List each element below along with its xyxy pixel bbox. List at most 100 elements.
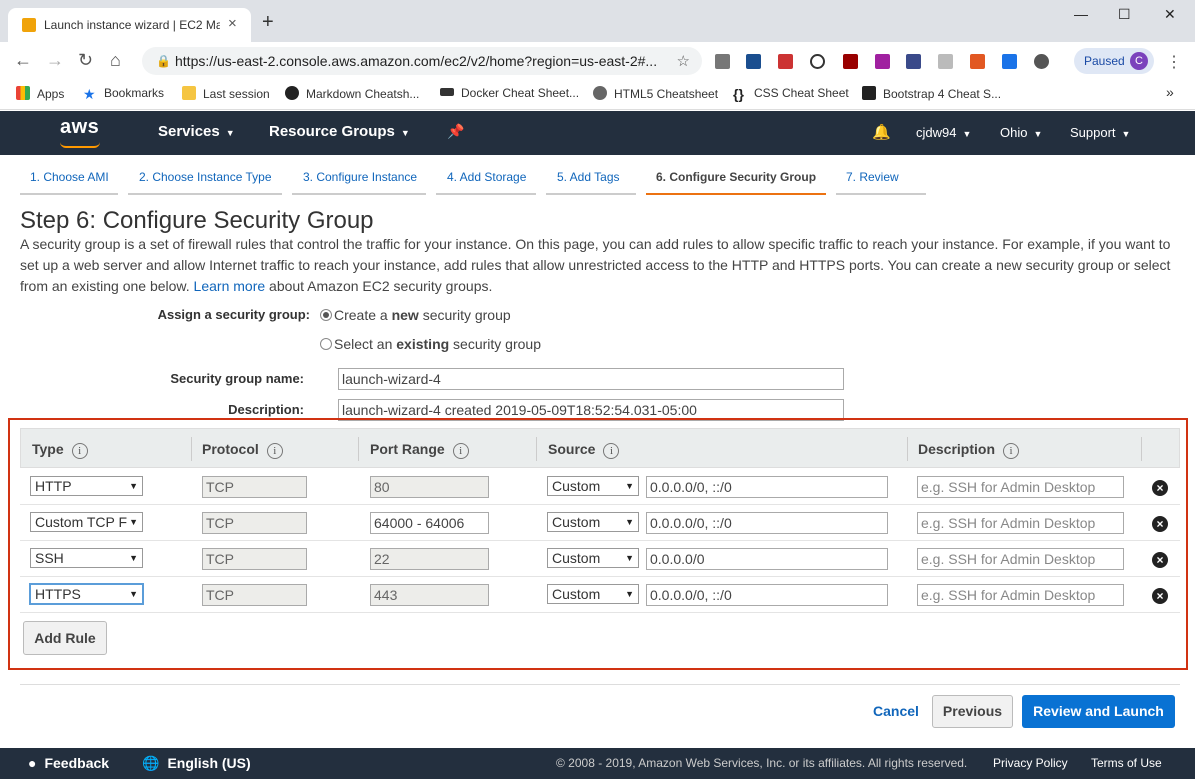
aws-top-nav: aws Services ▼ Resource Groups ▼ 📌 🔔 cjdw9… — [0, 111, 1195, 155]
extension-icon[interactable] — [875, 54, 890, 69]
intro-text: A security group is a set of firewall ru… — [20, 236, 1171, 294]
new-tab-icon[interactable]: + — [262, 12, 274, 32]
ublock-icon[interactable] — [843, 54, 858, 69]
reload-icon[interactable]: ↻ — [78, 51, 93, 69]
maximize-icon[interactable]: ☐ — [1118, 6, 1131, 23]
pin-icon[interactable]: 📌 — [447, 123, 464, 140]
tab-add-storage[interactable]: 4. Add Storage — [447, 170, 526, 184]
security-group-name-label: Security group name: — [170, 371, 304, 386]
tab-close-icon[interactable]: × — [228, 16, 237, 31]
privacy-policy-link[interactable]: Privacy Policy — [993, 756, 1068, 770]
aws-favicon-icon — [22, 18, 36, 32]
forward-icon[interactable]: → — [46, 51, 64, 69]
folder-icon — [182, 86, 196, 100]
bookmark-star-icon[interactable]: ☆ — [677, 52, 690, 70]
tab-review[interactable]: 7. Review — [846, 170, 899, 184]
region-menu[interactable]: Ohio ▼ — [1000, 125, 1042, 140]
browser-tab-strip: Launch instance wizard | EC2 Ma × + — ☐ … — [0, 0, 1195, 42]
language-selector[interactable]: 🌐 English (US) — [142, 755, 251, 772]
extension-icon[interactable] — [746, 54, 761, 69]
bookmark-last-session[interactable]: Last session — [182, 86, 270, 101]
highlight-frame — [8, 418, 1188, 670]
globe-icon: 🌐 — [142, 755, 160, 771]
tab-underline — [546, 193, 636, 195]
extension-icon[interactable] — [970, 54, 985, 69]
browser-tab[interactable]: Launch instance wizard | EC2 Ma × — [8, 8, 251, 42]
tab-underline — [836, 193, 926, 195]
bookmark-docker[interactable]: Docker Cheat Sheet... — [440, 86, 579, 100]
bookmark-bootstrap[interactable]: Bootstrap 4 Cheat S... — [862, 86, 1001, 101]
tab-choose-ami[interactable]: 1. Choose AMI — [30, 170, 109, 184]
tab-configure-security-group[interactable]: 6. Configure Security Group — [656, 170, 816, 184]
divider — [20, 684, 1180, 685]
bookmark-html5[interactable]: HTML5 Cheatsheet — [593, 86, 718, 101]
tab-title: Launch instance wizard | EC2 Ma — [44, 18, 220, 32]
block-extension-icon[interactable] — [810, 54, 825, 69]
bell-icon[interactable]: 🔔 — [872, 123, 891, 141]
globe-icon — [593, 86, 607, 100]
bookmark-bookmarks[interactable]: ★ Bookmarks — [83, 86, 164, 102]
apps-grid-icon — [16, 86, 30, 100]
previous-button[interactable]: Previous — [932, 695, 1013, 728]
radio-create-new[interactable]: Create a new security group — [320, 307, 511, 323]
bookmark-markdown[interactable]: Markdown Cheatsh... — [285, 86, 419, 101]
lock-icon: 🔒 — [156, 54, 171, 68]
address-bar[interactable]: 🔒 https://us-east-2.console.aws.amazon.c… — [142, 47, 702, 75]
extension-icon[interactable] — [715, 54, 730, 69]
tab-underline — [128, 193, 282, 195]
copyright-text: © 2008 - 2019, Amazon Web Services, Inc.… — [556, 756, 968, 770]
review-and-launch-button[interactable]: Review and Launch — [1022, 695, 1175, 728]
support-menu[interactable]: Support ▼ — [1070, 125, 1130, 140]
braces-icon: {} — [733, 86, 744, 102]
page-title: Step 6: Configure Security Group — [20, 207, 374, 234]
tab-add-tags[interactable]: 5. Add Tags — [557, 170, 620, 184]
chevron-down-icon: ▼ — [962, 129, 972, 139]
chevron-down-icon: ▼ — [1121, 129, 1131, 139]
pdf-extension-icon[interactable] — [778, 54, 793, 69]
home-icon[interactable]: ⌂ — [110, 51, 121, 69]
tab-choose-instance-type[interactable]: 2. Choose Instance Type — [139, 170, 272, 184]
bookmark-css[interactable]: {} CSS Cheat Sheet — [733, 86, 849, 102]
minimize-icon[interactable]: — — [1074, 6, 1088, 22]
bookmark-apps[interactable]: Apps — [16, 86, 64, 101]
security-group-name-input[interactable]: launch-wizard-4 — [338, 368, 844, 390]
tab-underline — [436, 193, 536, 195]
browser-menu-icon[interactable]: ⋮ — [1166, 52, 1182, 72]
radio-unselected-icon — [320, 338, 332, 350]
services-menu[interactable]: Services ▼ — [158, 123, 235, 140]
extension-icon[interactable] — [1034, 54, 1049, 69]
wizard-steps: 1. Choose AMI 2. Choose Instance Type 3.… — [0, 155, 1195, 197]
bootstrap-icon — [862, 86, 876, 100]
avatar: C — [1130, 52, 1148, 70]
chevron-down-icon: ▼ — [1033, 129, 1043, 139]
bookmarks-bar: Apps ★ Bookmarks Last session Markdown Ch… — [0, 80, 1195, 110]
terms-of-use-link[interactable]: Terms of Use — [1091, 756, 1162, 770]
aws-smile-icon — [60, 142, 100, 148]
cancel-button[interactable]: Cancel — [873, 703, 919, 719]
docker-icon — [440, 88, 454, 96]
extension-icon[interactable] — [906, 54, 921, 69]
chevron-down-icon: ▼ — [400, 128, 410, 138]
extension-icon[interactable] — [938, 54, 953, 69]
resource-groups-menu[interactable]: Resource Groups ▼ — [269, 123, 410, 140]
speech-bubble-icon: ● — [28, 755, 37, 771]
github-icon — [285, 86, 299, 100]
feedback-button[interactable]: ● Feedback — [28, 755, 109, 771]
console-footer: ● Feedback 🌐 English (US) © 2008 - 2019, A… — [0, 748, 1195, 779]
url-text: https://us-east-2.console.aws.amazon.com… — [175, 53, 658, 69]
account-menu[interactable]: cjdw94 ▼ — [916, 125, 971, 140]
aws-logo[interactable]: aws — [60, 116, 99, 139]
bookmarks-overflow-icon[interactable]: » — [1166, 84, 1174, 100]
radio-select-existing[interactable]: Select an existing security group — [320, 336, 541, 352]
tab-underline — [20, 193, 118, 195]
browser-toolbar: ← → ↻ ⌂ 🔒 https://us-east-2.console.aws.… — [0, 42, 1195, 80]
chevron-down-icon: ▼ — [225, 128, 235, 138]
back-icon[interactable]: ← — [14, 51, 32, 69]
assign-group-label: Assign a security group: — [157, 307, 310, 322]
profile-paused-button[interactable]: Paused C — [1074, 48, 1154, 74]
learn-more-link[interactable]: Learn more — [194, 278, 266, 294]
window-close-icon[interactable]: ✕ — [1164, 6, 1176, 23]
tab-configure-instance[interactable]: 3. Configure Instance — [303, 170, 417, 184]
active-tab-underline — [646, 193, 826, 195]
extension-icon[interactable] — [1002, 54, 1017, 69]
